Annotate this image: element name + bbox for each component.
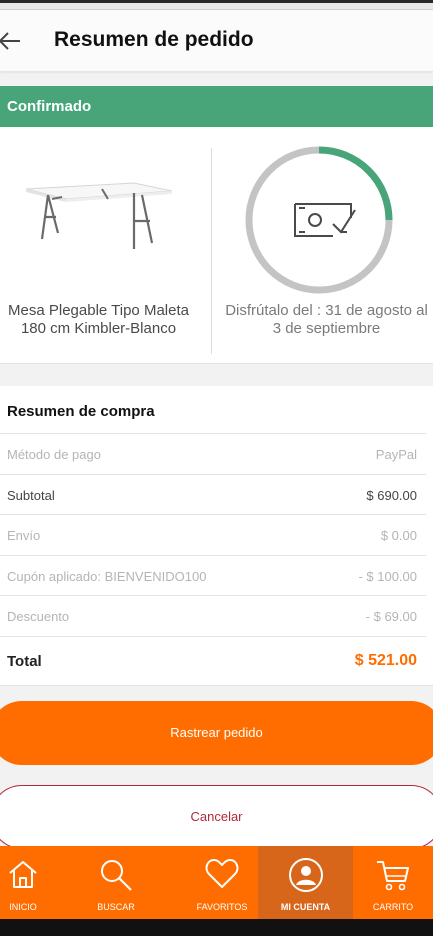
app-bar: Resumen de pedido [0,10,433,72]
status-bar [0,0,433,10]
system-nav-bar [0,919,433,936]
subtotal-row: Subtotal $ 690.00 [0,473,426,515]
cart-icon [377,861,409,891]
summary-rows: Método de pago PayPal Subtotal $ 690.00 … [0,433,433,684]
row-value: - $ 69.00 [365,609,417,625]
user-icon [288,858,323,892]
purchase-summary: Resumen de compra Método de pago PayPal … [0,386,433,686]
payment-method-row: Método de pago PayPal [0,433,426,474]
nav-item-carrito[interactable]: CARRITO [353,846,433,919]
nav-item-inicio[interactable]: INICIO [0,846,46,919]
heart-icon [205,859,239,888]
nav-label: MI CUENTA [280,902,331,912]
nav-label: CARRITO [372,902,414,912]
card-divider [211,148,212,354]
row-value: $ 690.00 [366,487,417,503]
home-icon [9,861,37,888]
product-card: Mesa Plegable Tipo Maleta 180 cm Kimbler… [0,127,433,364]
product-image [25,182,173,249]
cancel-order-button[interactable]: Cancelar [0,785,433,849]
discount-row: Descuento - $ 69.00 [0,595,426,636]
row-label: Cupón aplicado: BIENVENIDO100 [7,568,207,584]
arrow-left-icon[interactable] [0,26,24,56]
total-value: $ 521.00 [354,651,417,669]
delivery-progress-ring [245,146,393,294]
row-value: $ 0.00 [380,528,417,544]
total-row: Total $ 521.00 [0,635,426,684]
row-label: Subtotal [7,487,55,503]
track-order-button[interactable]: Rastrear pedido [0,701,433,765]
search-icon [101,860,132,891]
nav-item-buscar[interactable]: BUSCAR [46,846,186,919]
row-label: Método de pago [7,447,101,462]
nav-label: BUSCAR [97,902,135,912]
product-name: Mesa Plegable Tipo Maleta 180 cm Kimbler… [8,302,189,337]
coupon-row: Cupón aplicado: BIENVENIDO100 - $ 100.00 [0,554,426,596]
delivery-date: Disfrútalo del : 31 de agosto al 3 de se… [225,302,428,337]
summary-title: Resumen de compra [7,403,155,420]
bottom-nav: INICIO BUSCAR FAVORITOS MI CUENTA CARRIT… [0,846,433,919]
nav-item-mi-cuenta[interactable]: MI CUENTA [258,846,353,919]
nav-item-favoritos[interactable]: FAVORITOS [186,846,258,919]
order-status-label: Confirmado [7,98,92,115]
order-status-banner: Confirmado [0,86,433,127]
total-label: Total [7,652,42,670]
row-label: Envío [7,528,41,544]
row-value: PayPal [375,447,417,462]
page-title: Resumen de pedido [54,28,254,51]
row-label: Descuento [7,609,70,625]
shipping-row: Envío $ 0.00 [0,514,426,555]
nav-label: INICIO [9,902,37,912]
cash-check-icon [294,203,356,237]
row-value: - $ 100.00 [358,568,417,584]
nav-label: FAVORITOS [196,902,248,912]
